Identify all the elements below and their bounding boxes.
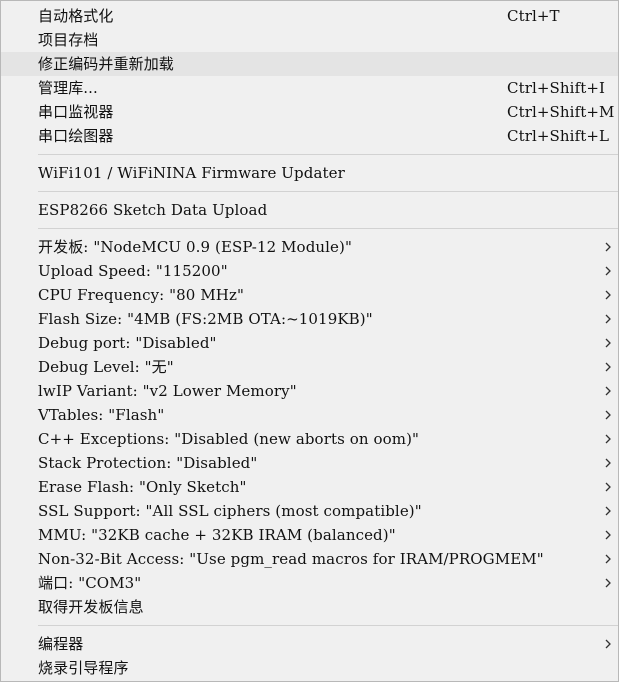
menu-item-label: MMU: "32KB cache + 32KB IRAM (balanced)" [38,526,396,544]
menu-item-label: 项目存档 [38,31,99,49]
menu-item-stack-protection[interactable]: Stack Protection: "Disabled" [1,451,618,475]
menu-item-ssl-support[interactable]: SSL Support: "All SSL ciphers (most comp… [1,499,618,523]
menu-item-label: 端口: "COM3" [38,574,142,592]
menu-item-label: Debug Level: "无" [38,358,174,376]
menu-item-label: 取得开发板信息 [38,598,144,616]
tools-menu: 自动格式化 Ctrl+T 项目存档 修正编码并重新加载 管理库... Ctrl+… [0,0,619,682]
menu-item-label: CPU Frequency: "80 MHz" [38,286,244,304]
menu-item-cpp-exceptions[interactable]: C++ Exceptions: "Disabled (new aborts on… [1,427,618,451]
menu-item-wifi-firmware-updater[interactable]: WiFi101 / WiFiNINA Firmware Updater [1,161,618,185]
menu-item-label: WiFi101 / WiFiNINA Firmware Updater [38,164,345,182]
menu-item-flash-size[interactable]: Flash Size: "4MB (FS:2MB OTA:~1019KB)" [1,307,618,331]
chevron-right-icon [604,314,613,324]
menu-item-auto-format[interactable]: 自动格式化 Ctrl+T [1,4,618,28]
menu-separator [38,625,618,626]
chevron-right-icon [604,554,613,564]
menu-item-port[interactable]: 端口: "COM3" [1,571,618,595]
menu-separator [38,154,618,155]
menu-item-label: Non-32-Bit Access: "Use pgm_read macros … [38,550,544,568]
menu-item-shortcut: Ctrl+T [507,7,560,25]
menu-item-serial-plotter[interactable]: 串口绘图器 Ctrl+Shift+L [1,124,618,148]
menu-item-erase-flash[interactable]: Erase Flash: "Only Sketch" [1,475,618,499]
menu-item-vtables[interactable]: VTables: "Flash" [1,403,618,427]
chevron-right-icon [604,434,613,444]
menu-item-label: Debug port: "Disabled" [38,334,217,352]
menu-item-get-board-info[interactable]: 取得开发板信息 [1,595,618,619]
menu-item-label: C++ Exceptions: "Disabled (new aborts on… [38,430,420,448]
menu-item-label: 开发板: "NodeMCU 0.9 (ESP-12 Module)" [38,238,352,256]
menu-item-label: Erase Flash: "Only Sketch" [38,478,247,496]
menu-item-non-32-bit-access[interactable]: Non-32-Bit Access: "Use pgm_read macros … [1,547,618,571]
menu-item-burn-bootloader[interactable]: 烧录引导程序 [1,656,618,680]
chevron-right-icon [604,242,613,252]
menu-item-label: 管理库... [38,79,98,97]
chevron-right-icon [604,290,613,300]
menu-item-label: 修正编码并重新加载 [38,55,174,73]
chevron-right-icon [604,639,613,649]
menu-item-shortcut: Ctrl+Shift+I [507,79,606,97]
menu-separator [38,191,618,192]
menu-item-label: lwIP Variant: "v2 Lower Memory" [38,382,297,400]
chevron-right-icon [604,482,613,492]
menu-item-fix-encoding-reload[interactable]: 修正编码并重新加载 [1,52,618,76]
menu-item-label: 烧录引导程序 [38,659,129,677]
menu-item-archive-sketch[interactable]: 项目存档 [1,28,618,52]
menu-item-esp8266-data-upload[interactable]: ESP8266 Sketch Data Upload [1,198,618,222]
menu-item-label: 串口监视器 [38,103,114,121]
menu-item-manage-libraries[interactable]: 管理库... Ctrl+Shift+I [1,76,618,100]
menu-item-label: Upload Speed: "115200" [38,262,228,280]
menu-item-label: 编程器 [38,635,84,653]
menu-item-debug-level[interactable]: Debug Level: "无" [1,355,618,379]
menu-item-cpu-frequency[interactable]: CPU Frequency: "80 MHz" [1,283,618,307]
menu-item-label: Flash Size: "4MB (FS:2MB OTA:~1019KB)" [38,310,373,328]
menu-item-programmer[interactable]: 编程器 [1,632,618,656]
menu-item-upload-speed[interactable]: Upload Speed: "115200" [1,259,618,283]
chevron-right-icon [604,386,613,396]
menu-item-serial-monitor[interactable]: 串口监视器 Ctrl+Shift+M [1,100,618,124]
menu-item-label: Stack Protection: "Disabled" [38,454,258,472]
menu-item-label: SSL Support: "All SSL ciphers (most comp… [38,502,422,520]
chevron-right-icon [604,410,613,420]
chevron-right-icon [604,578,613,588]
menu-item-mmu[interactable]: MMU: "32KB cache + 32KB IRAM (balanced)" [1,523,618,547]
menu-item-label: 串口绘图器 [38,127,114,145]
menu-item-shortcut: Ctrl+Shift+M [507,103,615,121]
chevron-right-icon [604,362,613,372]
chevron-right-icon [604,530,613,540]
chevron-right-icon [604,458,613,468]
menu-item-board[interactable]: 开发板: "NodeMCU 0.9 (ESP-12 Module)" [1,235,618,259]
chevron-right-icon [604,506,613,516]
menu-item-label: ESP8266 Sketch Data Upload [38,201,268,219]
menu-item-lwip-variant[interactable]: lwIP Variant: "v2 Lower Memory" [1,379,618,403]
menu-separator [38,228,618,229]
chevron-right-icon [604,338,613,348]
menu-item-label: 自动格式化 [38,7,114,25]
menu-item-debug-port[interactable]: Debug port: "Disabled" [1,331,618,355]
menu-item-label: VTables: "Flash" [38,406,165,424]
menu-item-shortcut: Ctrl+Shift+L [507,127,610,145]
chevron-right-icon [604,266,613,276]
